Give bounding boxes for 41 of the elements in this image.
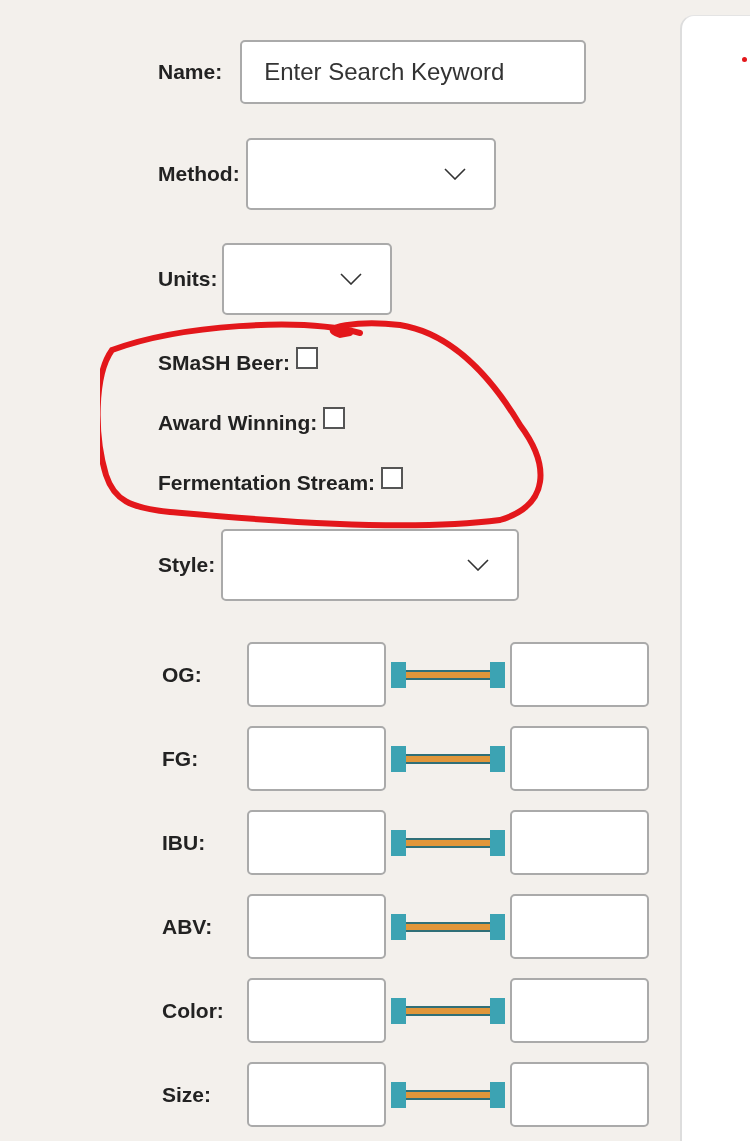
range-slider[interactable] <box>390 659 506 690</box>
checkbox-label: Award Winning: <box>158 410 318 435</box>
field-label: Method: <box>158 162 240 186</box>
field-label: FG: <box>162 746 200 771</box>
max-field[interactable] <box>510 726 649 791</box>
chevron-down-icon <box>339 273 362 285</box>
field-label: IBU: <box>162 830 207 855</box>
range-slider[interactable] <box>390 995 506 1026</box>
checkbox-label: SMaSH Beer: <box>158 350 290 375</box>
min-field[interactable] <box>247 810 386 875</box>
checkbox[interactable] <box>381 466 404 489</box>
min-field[interactable] <box>247 978 386 1043</box>
min-field[interactable] <box>247 642 386 707</box>
chevron-down-icon <box>443 168 466 180</box>
checkbox[interactable] <box>295 346 318 369</box>
max-field[interactable] <box>510 810 649 875</box>
dropdown[interactable] <box>221 243 392 315</box>
min-field[interactable] <box>247 1062 386 1127</box>
min-field[interactable] <box>247 726 386 791</box>
min-field[interactable] <box>247 894 386 959</box>
dropdown[interactable] <box>221 529 520 601</box>
field-label: Color: <box>162 998 225 1023</box>
dropdown[interactable] <box>245 138 496 210</box>
chevron-down-icon <box>467 559 490 571</box>
field-label: Size: <box>162 1082 212 1107</box>
range-slider[interactable] <box>390 827 506 858</box>
range-slider[interactable] <box>390 743 506 774</box>
checkbox-label: Fermentation Stream: <box>158 470 376 495</box>
max-field[interactable] <box>510 1062 649 1127</box>
range-slider[interactable] <box>390 1079 506 1110</box>
max-field[interactable] <box>510 978 649 1043</box>
field-label: ABV: <box>162 914 214 939</box>
max-field[interactable] <box>510 894 649 959</box>
field-label: OG: <box>162 662 203 687</box>
field-label: Units: <box>158 267 218 291</box>
max-field[interactable] <box>510 642 649 707</box>
checkbox[interactable] <box>323 406 346 429</box>
field-label: Name: <box>158 60 223 84</box>
search-field[interactable]: Enter Search Keyword <box>240 40 587 104</box>
field-label: Style: <box>158 553 216 577</box>
range-slider[interactable] <box>390 911 506 942</box>
